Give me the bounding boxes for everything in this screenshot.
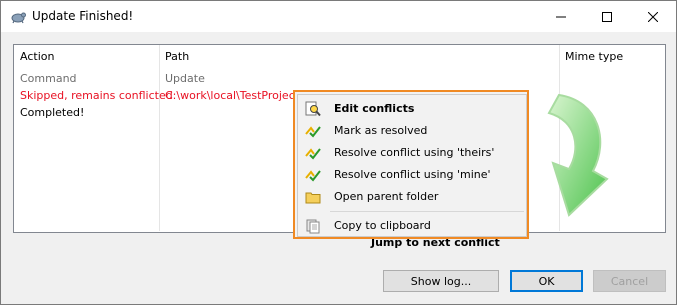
- maximize-button[interactable]: [584, 1, 630, 32]
- row-action-command[interactable]: Command: [20, 72, 77, 85]
- resolved-icon: [305, 148, 321, 160]
- minimize-button[interactable]: [538, 1, 584, 32]
- menu-item-label: Resolve conflict using 'theirs': [334, 146, 495, 159]
- close-icon: [648, 11, 658, 22]
- row-action-conflicted[interactable]: Skipped, remains conflicted: [20, 89, 173, 102]
- column-divider[interactable]: [159, 45, 160, 231]
- folder-icon: [305, 192, 321, 204]
- menu-item-label: Open parent folder: [334, 190, 439, 203]
- window-title: Update Finished!: [32, 9, 134, 23]
- menu-item-edit-conflicts[interactable]: Edit conflicts: [298, 98, 526, 120]
- context-menu: Edit conflicts Mark as resolved Resolve …: [293, 90, 529, 239]
- maximize-icon: [602, 11, 612, 22]
- menu-separator: [330, 211, 524, 212]
- menu-item-resolve-theirs[interactable]: Resolve conflict using 'theirs': [298, 142, 526, 164]
- menu-item-mark-as-resolved[interactable]: Mark as resolved: [298, 120, 526, 142]
- row-path-command[interactable]: Update: [165, 72, 205, 85]
- menu-item-copy-to-clipboard[interactable]: Copy to clipboard: [298, 215, 526, 237]
- show-log-button[interactable]: Show log...: [383, 270, 499, 292]
- row-path-conflicted[interactable]: C:\work\local\TestProject1: [165, 89, 306, 102]
- row-action-completed[interactable]: Completed!: [20, 106, 84, 119]
- menu-item-label: Copy to clipboard: [334, 219, 431, 232]
- tortoise-icon: [11, 12, 26, 24]
- menu-item-label: Mark as resolved: [334, 124, 428, 137]
- context-menu-panel: Edit conflicts Mark as resolved Resolve …: [297, 94, 527, 237]
- resolved-icon: [305, 170, 321, 182]
- cancel-button[interactable]: Cancel: [593, 270, 666, 292]
- menu-item-resolve-mine[interactable]: Resolve conflict using 'mine': [298, 164, 526, 186]
- title-bar: Update Finished!: [1, 1, 676, 32]
- column-header-mime-type[interactable]: Mime type: [559, 45, 664, 69]
- menu-item-label: Resolve conflict using 'mine': [334, 168, 491, 181]
- column-header-path[interactable]: Path: [159, 45, 559, 69]
- ok-button[interactable]: OK: [510, 270, 583, 292]
- resolved-icon: [305, 126, 321, 138]
- minimize-icon: [556, 16, 566, 17]
- column-header-action[interactable]: Action: [14, 45, 159, 69]
- clipboard-icon: [306, 219, 320, 234]
- edit-conflicts-icon: [305, 101, 321, 117]
- close-button[interactable]: [630, 1, 676, 32]
- green-arrow-icon: [547, 93, 609, 217]
- menu-item-open-parent-folder[interactable]: Open parent folder: [298, 186, 526, 208]
- menu-item-label: Edit conflicts: [334, 102, 415, 115]
